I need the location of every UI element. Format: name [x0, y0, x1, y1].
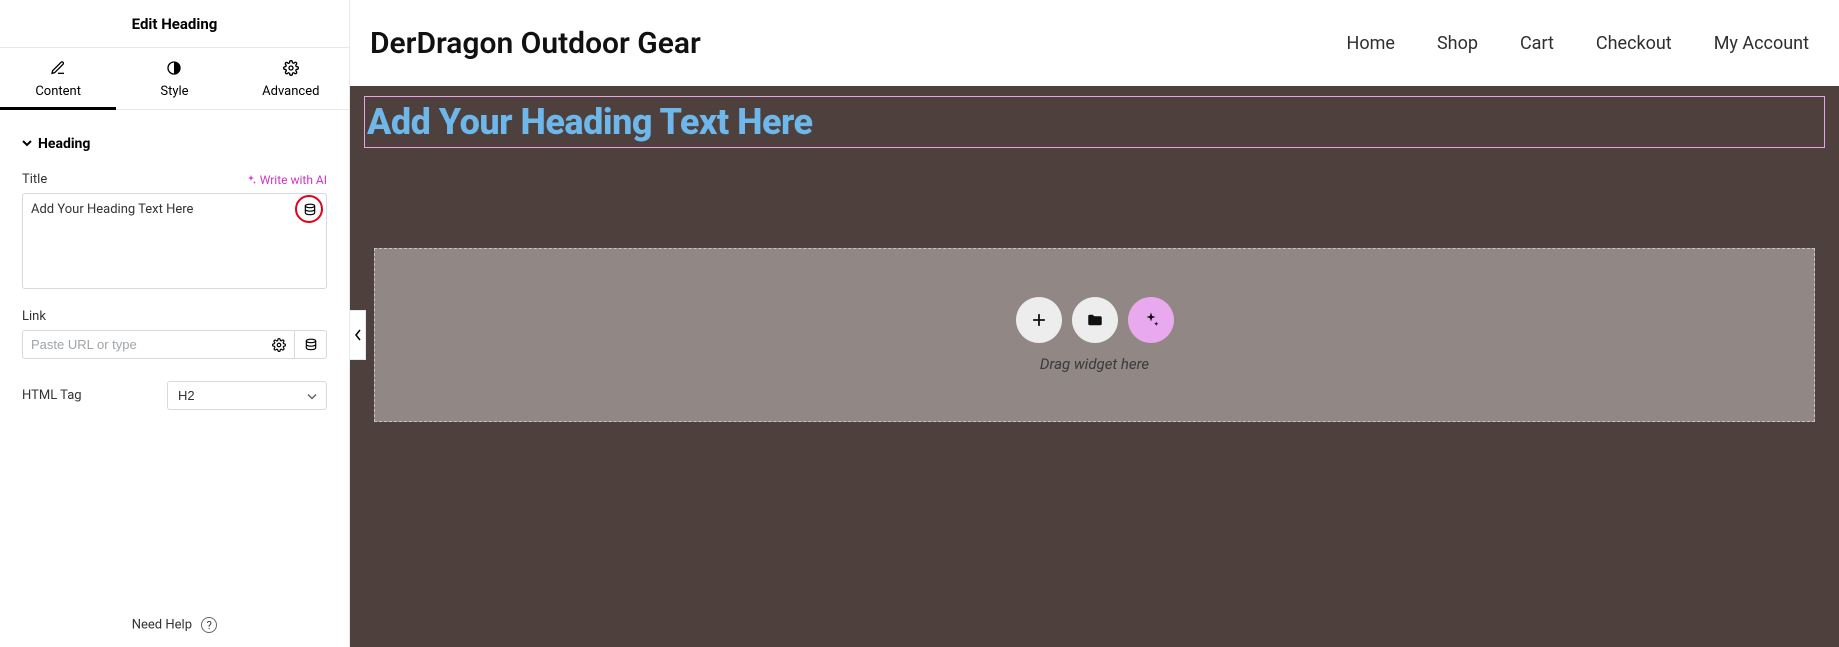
template-library-button[interactable]	[1072, 297, 1118, 343]
dynamic-tags-button[interactable]	[299, 199, 321, 221]
editor-sidebar: Edit Heading Content Style Advanced	[0, 0, 350, 647]
write-with-ai-label: Write with AI	[260, 173, 327, 187]
sidebar-collapse-handle[interactable]	[350, 310, 366, 360]
link-row	[22, 330, 327, 359]
folder-icon	[1086, 311, 1104, 329]
site-header: DerDragon Outdoor Gear Home Shop Cart Ch…	[350, 0, 1839, 86]
tab-content-label: Content	[35, 84, 81, 99]
tab-content[interactable]: Content	[0, 48, 116, 109]
title-textarea-wrap	[22, 193, 327, 293]
gear-icon	[272, 338, 286, 352]
nav-cart[interactable]: Cart	[1520, 33, 1554, 54]
tab-advanced[interactable]: Advanced	[233, 48, 349, 109]
ai-button[interactable]	[1128, 297, 1174, 343]
drop-zone[interactable]: Drag widget here	[374, 248, 1815, 422]
tab-style[interactable]: Style	[116, 48, 232, 109]
sparkle-icon	[245, 174, 257, 186]
nav-shop[interactable]: Shop	[1437, 33, 1478, 54]
sidebar-header-title: Edit Heading	[132, 15, 218, 33]
sparkle-icon	[1142, 311, 1160, 329]
heading-widget[interactable]: Add Your Heading Text Here	[364, 96, 1825, 148]
tab-advanced-label: Advanced	[262, 84, 319, 99]
nav-home[interactable]: Home	[1347, 33, 1395, 54]
link-input[interactable]	[22, 330, 263, 359]
title-label: Title	[22, 172, 47, 187]
heading-text: Add Your Heading Text Here	[367, 101, 1822, 143]
contrast-icon	[166, 60, 182, 80]
write-with-ai-link[interactable]: Write with AI	[245, 173, 327, 187]
section-heading-title: Heading	[38, 136, 90, 152]
htmltag-row: HTML Tag H2	[22, 381, 327, 410]
pencil-icon	[50, 60, 66, 80]
chevron-left-icon	[354, 329, 362, 341]
need-help-link[interactable]: Need Help ?	[132, 617, 217, 633]
htmltag-select[interactable]: H2	[167, 381, 327, 410]
title-input[interactable]	[22, 193, 327, 289]
preview-canvas: DerDragon Outdoor Gear Home Shop Cart Ch…	[350, 0, 1839, 647]
site-brand[interactable]: DerDragon Outdoor Gear	[370, 26, 701, 61]
link-label: Link	[22, 309, 327, 324]
nav-checkout[interactable]: Checkout	[1596, 33, 1672, 54]
site-nav: Home Shop Cart Checkout My Account	[1347, 33, 1809, 54]
link-options-button[interactable]	[263, 330, 295, 359]
help-icon: ?	[201, 617, 217, 633]
drag-hint: Drag widget here	[1040, 355, 1149, 373]
editor-tabs: Content Style Advanced	[0, 48, 349, 110]
sidebar-footer: Need Help ?	[0, 603, 349, 647]
htmltag-label: HTML Tag	[22, 388, 82, 403]
title-row: Title Write with AI	[22, 172, 327, 187]
tab-style-label: Style	[160, 84, 188, 99]
link-dynamic-button[interactable]	[295, 330, 327, 359]
database-icon	[303, 203, 317, 217]
section-heading: Heading Title Write with AI Link	[0, 110, 349, 426]
gear-icon	[283, 60, 299, 80]
sidebar-header: Edit Heading	[0, 0, 349, 48]
drop-actions	[1016, 297, 1174, 343]
section-heading-header[interactable]: Heading	[22, 126, 327, 162]
caret-down-icon	[22, 136, 32, 152]
plus-icon	[1030, 311, 1048, 329]
database-icon	[304, 338, 318, 352]
add-widget-button[interactable]	[1016, 297, 1062, 343]
nav-account[interactable]: My Account	[1714, 33, 1809, 54]
